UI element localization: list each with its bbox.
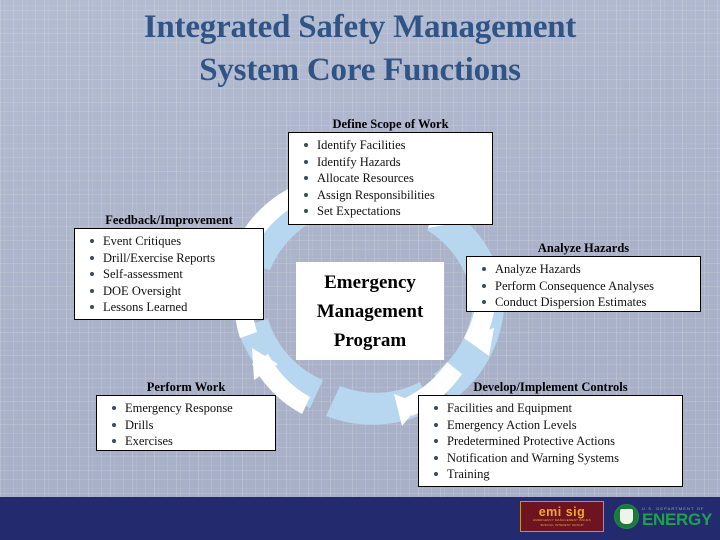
panel-list-scope: Identify Facilities Identify Hazards All… [291,137,488,220]
emi-sig-subtitle-line-1: EMERGENCY MANAGEMENT ISSUES [533,518,591,523]
list-item: Drill/Exercise Reports [90,250,259,267]
list-item: Exercises [112,433,271,450]
list-item: Allocate Resources [304,170,488,187]
footer-bar: emi sig EMERGENCY MANAGEMENT ISSUES SPEC… [0,497,720,540]
panel-box-analyze: Analyze Hazards Perform Consequence Anal… [466,256,701,312]
list-item: Analyze Hazards [482,261,696,278]
doe-seal-icon [614,504,639,529]
list-item: Assign Responsibilities [304,187,488,204]
title-line-2: System Core Functions [199,52,521,88]
panel-heading-scope: Define Scope of Work [332,117,449,131]
list-item: Event Critiques [90,233,259,250]
list-item: Identify Hazards [304,154,488,171]
slide-canvas: Integrated Safety Management System Core… [0,0,720,540]
doe-energy-logo: U.S. DEPARTMENT OF ENERGY [614,504,712,529]
center-line-3: Program [333,329,407,351]
list-item: Emergency Action Levels [434,417,678,434]
panel-box-scope: Identify Facilities Identify Hazards All… [288,132,493,225]
list-item: Self-assessment [90,266,259,283]
list-item: Perform Consequence Analyses [482,278,696,295]
page-title: Integrated Safety Management System Core… [0,6,720,92]
panel-list-feedback: Event Critiques Drill/Exercise Reports S… [77,233,259,316]
list-item: DOE Oversight [90,283,259,300]
center-line-1: Emergency [324,271,416,293]
panel-define-scope-of-work: Define Scope of Work Identify Facilities… [288,117,493,225]
panel-heading-controls: Develop/Implement Controls [473,380,628,394]
list-item: Predetermined Protective Actions [434,433,678,450]
panel-list-perform: Emergency Response Drills Exercises [99,400,271,450]
list-item: Identify Facilities [304,137,488,154]
list-item: Emergency Response [112,400,271,417]
panel-list-analyze: Analyze Hazards Perform Consequence Anal… [469,261,696,311]
list-item: Facilities and Equipment [434,400,678,417]
list-item: Training [434,466,678,483]
title-line-1: Integrated Safety Management [143,9,577,45]
doe-wordmark: U.S. DEPARTMENT OF ENERGY [642,506,712,528]
emi-sig-wordmark: emi sig [538,505,586,520]
panel-box-perform: Emergency Response Drills Exercises [96,395,276,451]
list-item: Notification and Warning Systems [434,450,678,467]
emi-sig-subtitle-line-2: SPECIAL INTEREST GROUP [540,522,584,527]
panel-heading-analyze: Analyze Hazards [537,241,630,255]
footer-logo-group: emi sig EMERGENCY MANAGEMENT ISSUES SPEC… [520,501,712,532]
list-item: Conduct Dispersion Estimates [482,294,696,311]
panel-heading-feedback: Feedback/Improvement [105,213,233,227]
panel-heading-perform: Perform Work [146,380,226,394]
list-item: Lessons Learned [90,299,259,316]
center-line-2: Management [316,300,424,322]
panel-list-controls: Facilities and Equipment Emergency Actio… [421,400,678,483]
list-item: Drills [112,417,271,434]
emi-sig-logo: emi sig EMERGENCY MANAGEMENT ISSUES SPEC… [520,501,604,532]
center-label-emergency-management-program: Emergency Management Program [296,262,444,360]
list-item: Set Expectations [304,203,488,220]
panel-feedback-improvement: Feedback/Improvement Event Critiques Dri… [74,213,264,320]
panel-develop-implement-controls: Develop/Implement Controls Facilities an… [418,380,683,487]
panel-box-controls: Facilities and Equipment Emergency Actio… [418,395,683,487]
panel-perform-work: Perform Work Emergency Response Drills E… [96,380,276,451]
doe-energy-text: ENERGY [642,509,712,529]
panel-box-feedback: Event Critiques Drill/Exercise Reports S… [74,228,264,320]
panel-analyze-hazards: Analyze Hazards Analyze Hazards Perform … [466,241,701,312]
